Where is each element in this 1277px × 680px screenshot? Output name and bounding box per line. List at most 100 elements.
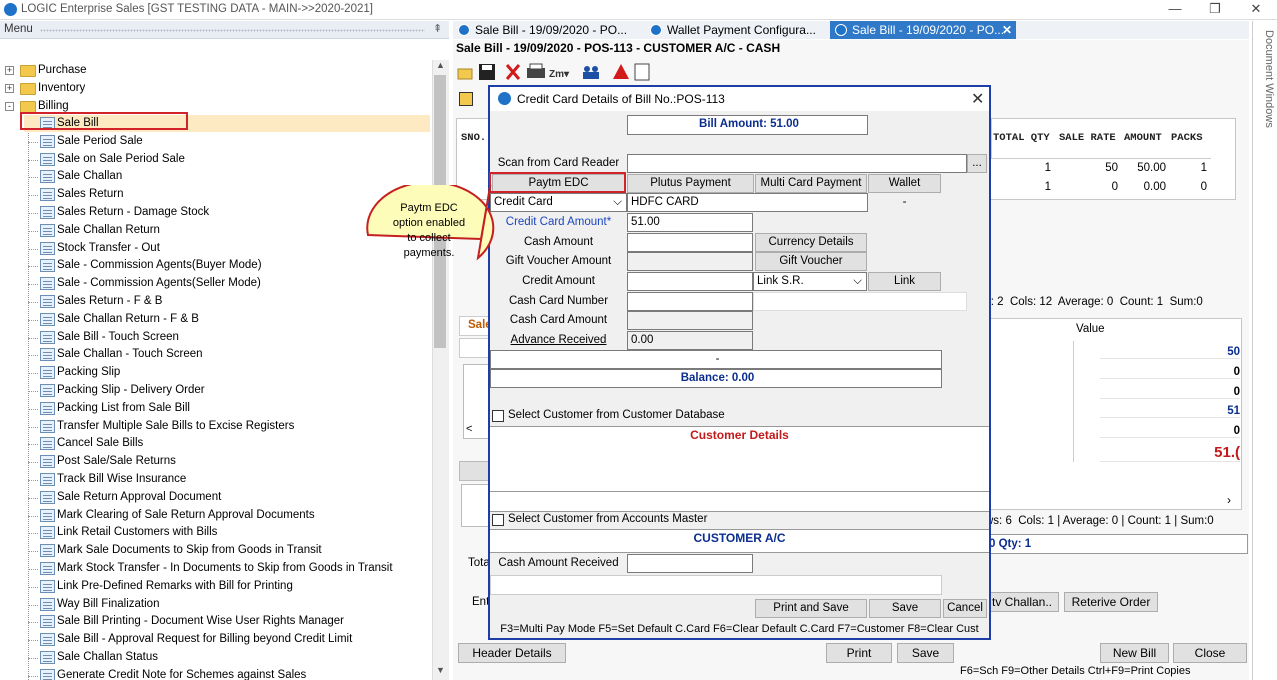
- menu-item[interactable]: Sales Return: [57, 186, 123, 203]
- remarks-field[interactable]: [490, 575, 942, 595]
- menu-item[interactable]: Sale Bill - Touch Screen: [57, 329, 179, 346]
- menu-item[interactable]: Sale - Commission Agents(Buyer Mode): [57, 257, 262, 274]
- dialog-close-icon[interactable]: ✕: [971, 89, 984, 109]
- menu-item[interactable]: Sales Return - Damage Stock: [57, 204, 209, 221]
- menu-item[interactable]: Cancel Sale Bills: [57, 435, 143, 452]
- card-name-field[interactable]: HDFC CARD: [627, 193, 868, 212]
- folder-inventory[interactable]: Inventory: [38, 80, 85, 97]
- menu-item[interactable]: Sale - Commission Agents(Seller Mode): [57, 275, 261, 292]
- menu-item[interactable]: Generate Credit Note for Schemes against…: [57, 667, 306, 680]
- credit-card-amount-field[interactable]: 51.00: [627, 213, 753, 232]
- menu-item[interactable]: Post Sale/Sale Returns: [57, 453, 176, 470]
- menu-item[interactable]: Sale Challan - Touch Screen: [57, 346, 203, 363]
- paytm-edc-highlight: [489, 172, 626, 193]
- menu-item[interactable]: Sale Bill - Approval Request for Billing…: [57, 631, 352, 648]
- maximize-button[interactable]: ❐: [1195, 0, 1235, 20]
- print-button[interactable]: Print: [826, 643, 892, 663]
- scan-field[interactable]: [627, 154, 967, 173]
- menu-item[interactable]: Link Pre-Defined Remarks with Bill for P…: [57, 578, 293, 595]
- menu-item[interactable]: Sale Bill Printing - Document Wise User …: [57, 613, 344, 630]
- menu-item[interactable]: Sale on Sale Period Sale: [57, 151, 185, 168]
- menu-item[interactable]: Sale Return Approval Document: [57, 489, 221, 506]
- row1-total-qty[interactable]: 1: [991, 162, 1051, 174]
- print-and-save-button[interactable]: Print and Save: [755, 599, 867, 618]
- value-scroll-right-icon[interactable]: ›: [1227, 493, 1231, 507]
- row2-amount[interactable]: 0.00: [1122, 181, 1166, 193]
- minimize-button[interactable]: —: [1155, 0, 1195, 20]
- value-cell[interactable]: 0: [1100, 386, 1240, 399]
- plutus-payment-button[interactable]: Plutus Payment: [627, 174, 754, 193]
- select-customer-db-checkbox[interactable]: [492, 410, 504, 422]
- wallet-button[interactable]: Wallet: [868, 174, 941, 193]
- tv-challan-button[interactable]: tv Challan..: [985, 592, 1059, 612]
- scan-browse-button[interactable]: ...: [967, 154, 987, 173]
- value-cell[interactable]: 0: [1100, 425, 1240, 438]
- menu-item[interactable]: Transfer Multiple Sale Bills to Excise R…: [57, 418, 294, 435]
- menu-item[interactable]: Link Retail Customers with Bills: [57, 524, 217, 541]
- header-details-button[interactable]: Header Details: [458, 643, 566, 663]
- currency-details-button[interactable]: Currency Details: [755, 233, 867, 252]
- scroll-up-icon[interactable]: ▲: [432, 60, 449, 74]
- menu-item[interactable]: Track Bill Wise Insurance: [57, 471, 186, 488]
- row1-amount[interactable]: 50.00: [1122, 162, 1166, 174]
- menu-item[interactable]: Packing Slip - Delivery Order: [57, 382, 205, 399]
- menu-item[interactable]: Mark Clearing of Sale Return Approval Do…: [57, 507, 315, 524]
- menu-item[interactable]: Sale Challan: [57, 168, 122, 185]
- value-cell[interactable]: 51: [1100, 405, 1240, 418]
- document-windows-label[interactable]: Document Windows: [1257, 30, 1275, 140]
- card-type-select[interactable]: Credit Card ⌵: [490, 193, 627, 212]
- left-button[interactable]: [459, 461, 491, 481]
- dialog-save-button[interactable]: Save: [869, 599, 941, 618]
- menu-item[interactable]: Sales Return - F & B: [57, 293, 162, 310]
- value-cell[interactable]: 50: [1100, 346, 1240, 359]
- left-field[interactable]: [459, 338, 491, 358]
- menu-item[interactable]: Sale Period Sale: [57, 133, 143, 150]
- tab-sale-bill-1[interactable]: Sale Bill - 19/09/2020 - PO...: [453, 21, 645, 39]
- row2-sale-rate[interactable]: 0: [1056, 181, 1118, 193]
- select-customer-am-checkbox[interactable]: [492, 514, 504, 526]
- row2-total-qty[interactable]: 1: [991, 181, 1051, 193]
- tab-sale-bill-2[interactable]: Sale Bill - 19/09/2020 - PO... ✕: [830, 21, 1016, 39]
- gift-voucher-button[interactable]: Gift Voucher: [755, 252, 867, 271]
- cash-amount-received-field[interactable]: [627, 554, 753, 573]
- advance-received-label[interactable]: Advance Received: [490, 334, 627, 346]
- menu-item[interactable]: Packing Slip: [57, 364, 120, 381]
- link-button[interactable]: Link: [868, 272, 941, 291]
- scroll-down-icon[interactable]: ▼: [432, 665, 449, 679]
- edit-icon[interactable]: [459, 92, 473, 106]
- select-customer-am-label[interactable]: Select Customer from Accounts Master: [508, 513, 707, 525]
- left-scroll-icon[interactable]: <: [466, 423, 472, 435]
- menu-item[interactable]: Packing List from Sale Bill: [57, 400, 190, 417]
- menu-item[interactable]: Mark Sale Documents to Skip from Goods i…: [57, 542, 322, 559]
- menu-item[interactable]: Sale Challan Return - F & B: [57, 311, 199, 328]
- retrieve-order-button[interactable]: Reterive Order: [1064, 592, 1158, 612]
- row2-packs[interactable]: 0: [1170, 181, 1207, 193]
- cash-amount-field[interactable]: [627, 233, 753, 252]
- close-window-button[interactable]: ✕: [1236, 0, 1276, 20]
- credit-amount-field[interactable]: [627, 272, 753, 291]
- pin-icon[interactable]: ⇞: [433, 22, 442, 35]
- close-tab-icon[interactable]: ✕: [1002, 21, 1012, 39]
- multi-card-payment-button[interactable]: Multi Card Payment: [755, 174, 867, 193]
- expander-icon[interactable]: -: [5, 102, 14, 111]
- menu-item[interactable]: Mark Stock Transfer - In Documents to Sk…: [57, 560, 393, 577]
- row1-packs[interactable]: 1: [1170, 162, 1207, 174]
- menu-item[interactable]: Sale Challan Status: [57, 649, 158, 666]
- menu-item[interactable]: Sale Challan Return: [57, 222, 160, 239]
- value-cell[interactable]: 0: [1100, 366, 1240, 379]
- value-cell[interactable]: 51.(: [1100, 444, 1240, 462]
- save-button[interactable]: Save: [897, 643, 954, 663]
- expander-icon[interactable]: +: [5, 66, 14, 75]
- cash-card-number-field[interactable]: [627, 292, 753, 311]
- folder-purchase[interactable]: Purchase: [38, 62, 87, 79]
- select-customer-db-label[interactable]: Select Customer from Customer Database: [508, 409, 725, 421]
- expander-icon[interactable]: +: [5, 84, 14, 93]
- row1-sale-rate[interactable]: 50: [1056, 162, 1118, 174]
- close-button[interactable]: Close: [1173, 643, 1247, 663]
- menu-item[interactable]: Way Bill Finalization: [57, 596, 159, 613]
- link-sr-select[interactable]: Link S.R. ⌵: [753, 272, 867, 291]
- menu-item[interactable]: Stock Transfer - Out: [57, 240, 160, 257]
- dialog-cancel-button[interactable]: Cancel: [943, 599, 987, 618]
- new-bill-button[interactable]: New Bill: [1100, 643, 1169, 663]
- tab-wallet-payment[interactable]: Wallet Payment Configura...: [645, 21, 829, 39]
